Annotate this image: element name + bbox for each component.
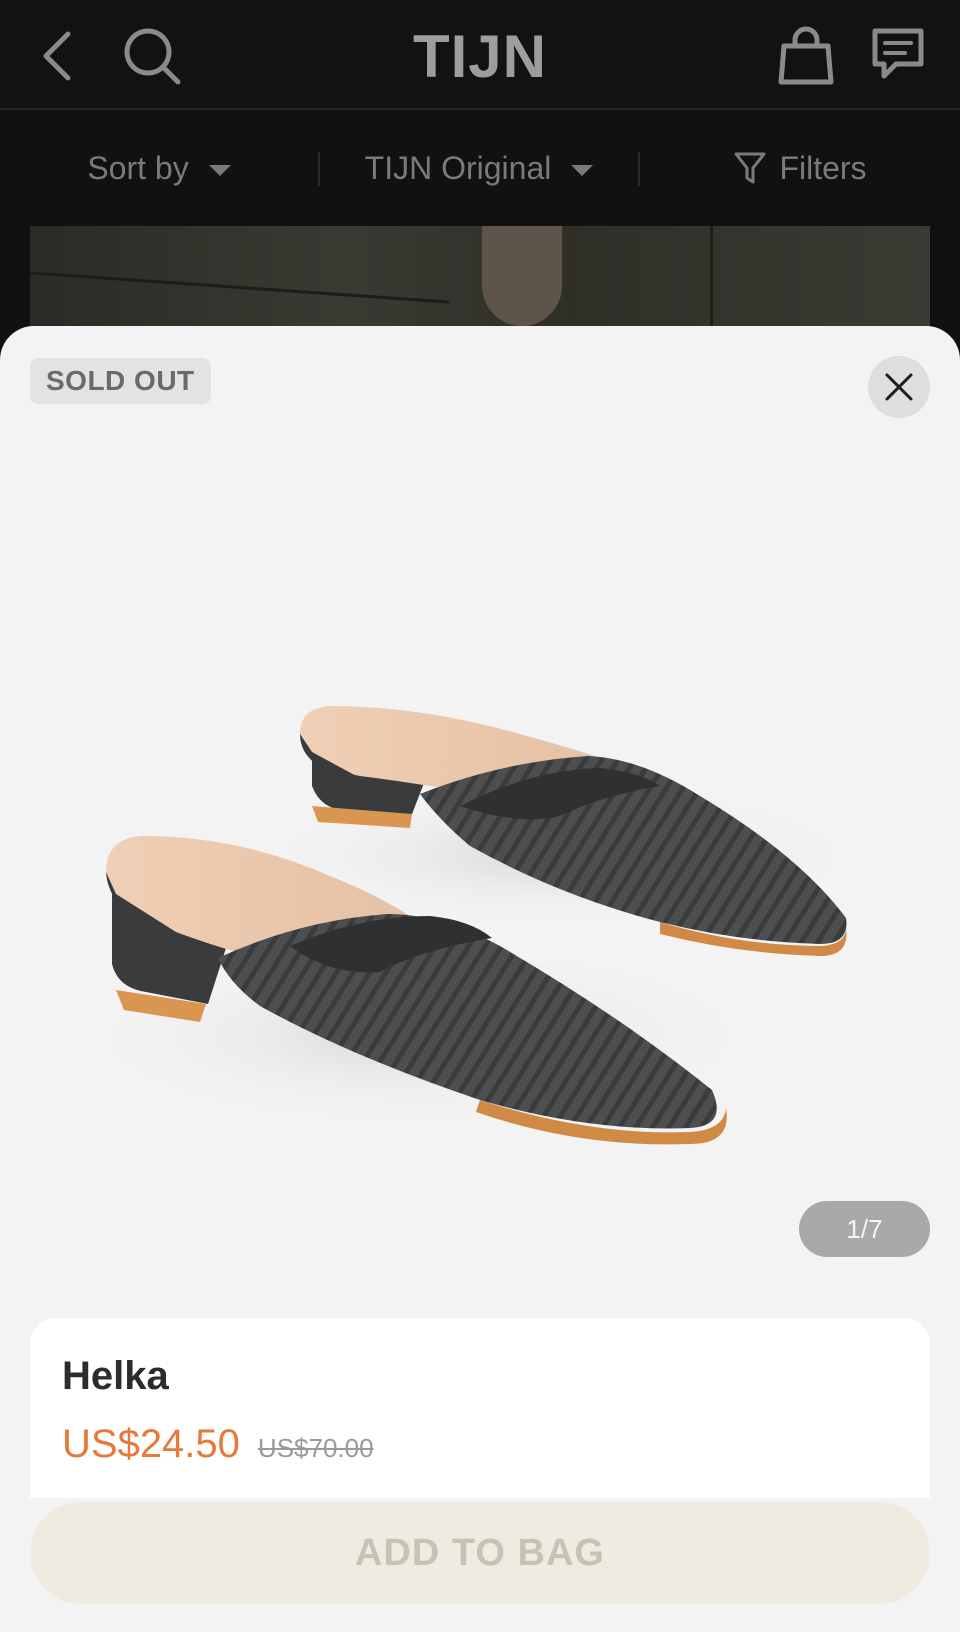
app-screen: TIJN Sort by TIJN Original Filters SOLD … [0, 0, 960, 1632]
back-icon[interactable] [38, 28, 78, 84]
chat-icon[interactable] [870, 26, 926, 84]
chevron-down-icon [208, 164, 231, 176]
close-button[interactable] [868, 356, 930, 418]
photo-detail [30, 271, 450, 304]
sort-by-dropdown[interactable]: Sort by [0, 112, 318, 224]
product-quick-view-sheet: SOLD OUT 1/7 Helka US$24.50 US$70.00 ADD… [0, 326, 960, 1632]
original-price: US$70.00 [257, 1433, 374, 1463]
search-icon[interactable] [122, 26, 184, 88]
chevron-down-icon [571, 164, 594, 176]
shopping-bag-icon[interactable] [778, 24, 834, 86]
close-icon [885, 373, 913, 401]
image-counter: 1/7 [799, 1201, 930, 1257]
photo-detail [710, 226, 713, 336]
background-product-photo [30, 226, 930, 336]
sort-by-label: Sort by [87, 149, 189, 186]
filter-bar: Sort by TIJN Original Filters [0, 112, 960, 224]
status-badge: SOLD OUT [30, 358, 211, 404]
photo-detail [482, 226, 562, 326]
filters-button[interactable]: Filters [640, 112, 960, 224]
product-info-card: Helka US$24.50 US$70.00 [30, 1318, 930, 1498]
add-to-bag-button[interactable]: ADD TO BAG [30, 1502, 930, 1604]
collection-dropdown[interactable]: TIJN Original [320, 112, 638, 224]
price-row: US$24.50 US$70.00 [62, 1422, 374, 1467]
product-name: Helka [62, 1354, 169, 1398]
product-image[interactable] [0, 476, 960, 1456]
filters-label: Filters [779, 149, 867, 186]
filter-funnel-icon [734, 152, 766, 184]
top-navigation-bar: TIJN [0, 0, 960, 110]
brand-logo[interactable]: TIJN [380, 22, 580, 91]
collection-label: TIJN Original [364, 149, 552, 186]
sale-price: US$24.50 [62, 1422, 240, 1466]
